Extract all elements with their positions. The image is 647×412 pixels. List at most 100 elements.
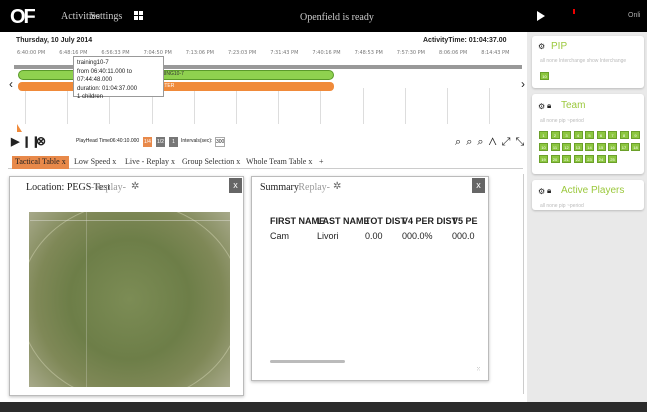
activity-tooltip: training10-7 from 06:40:11.000 to 07:44:… xyxy=(73,56,164,100)
timeline-gridline xyxy=(320,88,322,124)
openfield-logo: OF xyxy=(10,6,36,28)
team-player-chip[interactable]: 23 xyxy=(585,155,594,163)
pip-filters[interactable]: all none Interchange show Interchange xyxy=(540,58,626,64)
team-player-chip[interactable]: 8 xyxy=(619,131,629,139)
interval-label: Intervals(sec): xyxy=(181,138,213,144)
record-indicator-icon xyxy=(573,9,575,14)
lock-icon[interactable]: 🔒︎ xyxy=(547,101,551,111)
team-player-chip[interactable]: 4 xyxy=(573,131,583,139)
team-player-chip[interactable]: 25 xyxy=(608,155,617,163)
playhead-marker-icon[interactable] xyxy=(17,124,22,132)
close-location-button[interactable]: x xyxy=(229,178,242,193)
vertical-scrollbar[interactable] xyxy=(523,174,524,394)
team-player-chip[interactable]: 10 xyxy=(539,143,548,151)
cell-v5-per-dist: 000.0 xyxy=(452,231,475,241)
team-player-chip[interactable]: 20 xyxy=(550,155,560,163)
timeline-tick-label: 7:40:16 PM xyxy=(312,50,341,56)
grid-icon[interactable] xyxy=(134,11,143,20)
timeline-date: Thursday, 10 July 2014 xyxy=(16,37,93,44)
scroll-left-icon[interactable]: ‹ xyxy=(9,77,13,91)
status-text: Openfield is ready xyxy=(300,12,374,23)
tab-tactical-table[interactable]: Tactical Table x xyxy=(12,156,69,169)
team-player-chip[interactable]: 24 xyxy=(596,155,606,163)
speed-quarter-button[interactable]: 1/4 xyxy=(143,137,152,147)
stop-button[interactable]: ⊗ xyxy=(36,134,46,148)
play-icon[interactable] xyxy=(537,11,545,21)
team-player-chip[interactable]: 6 xyxy=(596,131,606,139)
timeline-tick-label: 7:31:43 PM xyxy=(270,50,299,56)
tab-add[interactable]: + xyxy=(319,156,324,169)
period-bar[interactable] xyxy=(18,82,334,91)
col-v5-per-dist[interactable]: V5 PE xyxy=(452,216,480,226)
timeline-tick-label: 8:06:06 PM xyxy=(439,50,468,56)
location-mode: -Replay- xyxy=(91,182,126,193)
lock-icon[interactable]: 🔒︎ xyxy=(547,186,551,196)
play-button[interactable]: ▶ xyxy=(11,135,19,148)
team-player-chip[interactable]: 2 xyxy=(550,131,560,139)
nav-settings[interactable]: Settings xyxy=(90,11,122,22)
speed-half-button[interactable]: 1/2 xyxy=(156,137,165,147)
team-filters[interactable]: all none pip ~period xyxy=(540,118,584,124)
active-players-filters[interactable]: all none pip ~period xyxy=(540,203,584,209)
tab-whole-team-table[interactable]: Whole Team Table x xyxy=(246,156,312,169)
cell-last-name: Livori xyxy=(317,231,339,241)
team-player-chip[interactable]: 13 xyxy=(573,143,583,151)
pip-title: PIP xyxy=(551,41,568,52)
team-player-chip[interactable]: 22 xyxy=(573,155,583,163)
timeline-tick-label: 7:23:03 PM xyxy=(228,50,257,56)
team-player-chip[interactable]: 12 xyxy=(562,143,571,151)
pip-chip[interactable]: 10 xyxy=(540,72,549,80)
team-player-chip[interactable]: 17 xyxy=(619,143,629,151)
toggle-icon[interactable]: ⚙ xyxy=(538,102,545,111)
timeline-gridline xyxy=(489,88,491,124)
team-player-chip[interactable]: 5 xyxy=(585,131,594,139)
toggle-icon[interactable]: ⚙ xyxy=(538,187,545,196)
col-tot-dist[interactable]: TOT DIST xyxy=(365,216,406,226)
team-player-chip[interactable]: 18 xyxy=(631,143,640,151)
col-last-name[interactable]: LAST NAME xyxy=(317,216,370,226)
active-players-title: Active Players xyxy=(561,185,625,196)
horizontal-scrollbar[interactable] xyxy=(270,360,345,363)
tooltip-duration: duration: 01:04:37.000 xyxy=(77,85,138,92)
team-player-chip[interactable]: 15 xyxy=(596,143,606,151)
timeline-tick-label: 7:48:53 PM xyxy=(354,50,383,56)
team-player-chip[interactable]: 7 xyxy=(608,131,617,139)
cell-v4-per-dist: 000.0% xyxy=(402,231,433,241)
speed-one-button[interactable]: 1 xyxy=(169,137,178,147)
field-map-image[interactable] xyxy=(29,212,230,387)
cell-first-name: Cam xyxy=(270,231,290,241)
team-player-chip[interactable]: 19 xyxy=(539,155,548,163)
settings-gear-icon[interactable]: ✲ xyxy=(333,181,341,192)
tooltip-name: training10-7 xyxy=(77,60,109,66)
tab-low-speed[interactable]: Low Speed x xyxy=(74,156,116,169)
team-player-chip[interactable]: 9 xyxy=(631,131,640,139)
tooltip-range: from 06:40:11.000 to 07:44:48.000 xyxy=(77,68,132,84)
top-bar: OF Activities Settings Openfield is read… xyxy=(0,0,647,32)
timeline-gridline xyxy=(193,88,195,124)
map-road-line xyxy=(30,220,230,221)
timeline-gridline xyxy=(278,88,280,124)
zoom-tools[interactable]: ⌕ ⌕ ⌕ ⋀ ⤢ ⤡ xyxy=(455,136,525,149)
team-player-chip[interactable]: 11 xyxy=(550,143,560,151)
team-player-chip[interactable]: 16 xyxy=(608,143,617,151)
team-player-chip[interactable]: 3 xyxy=(562,131,571,139)
team-player-chip[interactable]: 21 xyxy=(562,155,571,163)
resize-grip-icon[interactable]: ⁙ xyxy=(476,366,482,374)
tab-live-replay[interactable]: Live - Replay x xyxy=(125,156,175,169)
team-player-chip[interactable]: 1 xyxy=(539,131,548,139)
summary-title: Summary xyxy=(260,182,299,193)
settings-gear-icon[interactable]: ✲ xyxy=(131,181,139,192)
team-title: Team xyxy=(561,100,586,111)
team-player-chip[interactable]: 14 xyxy=(585,143,594,151)
online-status: Onli xyxy=(628,12,641,19)
toggle-icon[interactable]: ⚙ xyxy=(538,42,545,51)
close-summary-button[interactable]: x xyxy=(472,178,485,193)
interval-input[interactable]: 300 xyxy=(215,137,225,147)
scroll-right-icon[interactable]: › xyxy=(521,77,525,91)
col-v4-per-dist[interactable]: V4 PER DIST xyxy=(402,216,457,226)
summary-mode: -Replay- xyxy=(295,182,330,193)
tab-group-selection[interactable]: Group Selection x xyxy=(182,156,240,169)
playhead-label: PlayHead Time: xyxy=(76,138,112,144)
tooltip-children: 1 children xyxy=(77,94,104,100)
timeline-tick-label: 6:40:00 PM xyxy=(17,50,46,56)
